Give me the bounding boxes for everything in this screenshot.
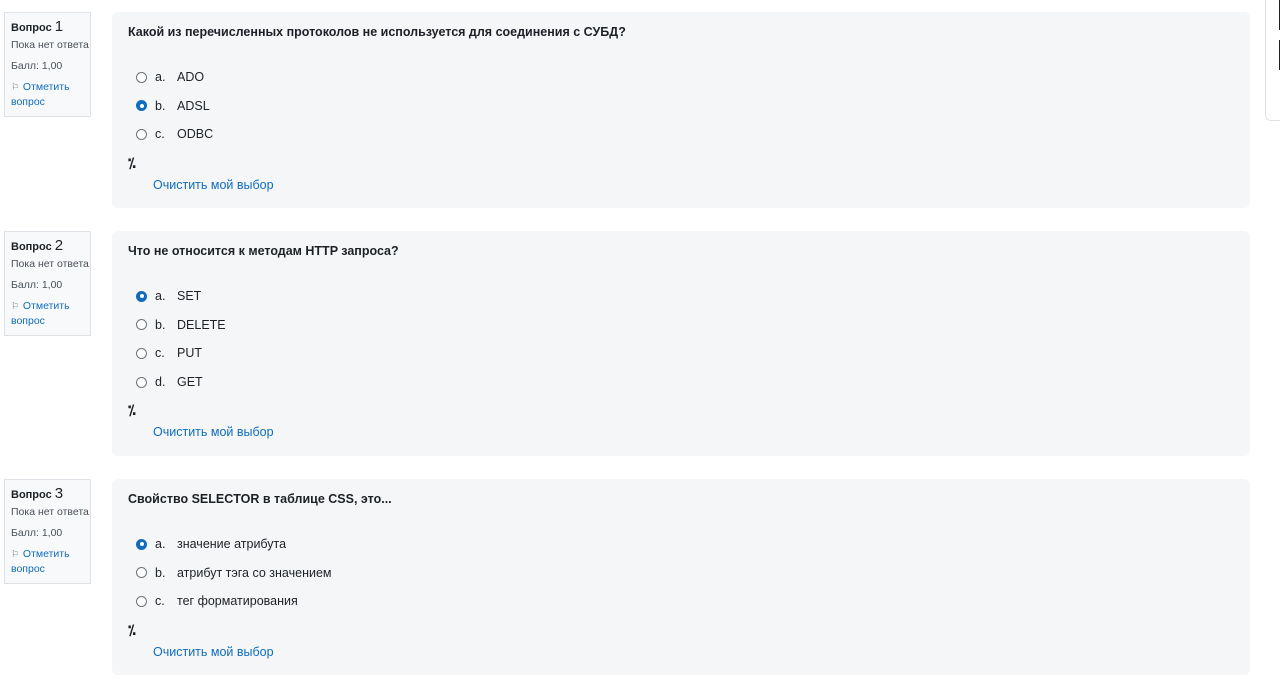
magic-wand-icon: ⁒	[128, 154, 136, 171]
question-state: Пока нет ответа	[11, 39, 89, 51]
flag-question-link[interactable]: ⚐ Отметить вопрос	[11, 299, 90, 329]
question-info-1: Вопрос 1 Пока нет ответа Балл: 1,00 ⚐ От…	[4, 12, 91, 117]
answer-option[interactable]: b. DELETE	[128, 311, 1234, 340]
answer-option[interactable]: a. значение атрибута	[128, 530, 1234, 559]
question-number: Вопрос 3	[11, 485, 64, 502]
radio-button[interactable]	[136, 71, 147, 83]
answer-option[interactable]: d. GET	[128, 368, 1234, 397]
radio-button[interactable]	[136, 595, 147, 607]
radio-button[interactable]	[136, 538, 147, 550]
flag-icon: ⚐	[11, 301, 20, 311]
question-number: Вопрос 2	[11, 237, 64, 254]
radio-button[interactable]	[136, 319, 147, 331]
magic-wand-icon: ⁒	[128, 621, 136, 638]
clear-choice-link[interactable]: Очистить мой выбор	[153, 178, 1234, 218]
flag-icon: ⚐	[11, 82, 20, 92]
flag-question-link[interactable]: ⚐ Отметить вопрос	[11, 80, 90, 110]
radio-button[interactable]	[136, 100, 147, 112]
answer-option[interactable]: b. атрибут тэга со значением	[128, 559, 1234, 588]
answer-option[interactable]: c. тег форматирования	[128, 587, 1234, 616]
answer-options: a. значение атрибута b. атрибут тэга со зн…	[128, 530, 1234, 616]
question-text: Свойство SELECTOR в таблице CSS, это...	[128, 492, 392, 506]
answer-option[interactable]: a. SET	[128, 282, 1234, 311]
question-state: Пока нет ответа	[11, 258, 89, 270]
answer-options: a. SET b. DELETE c. PUT d. GET	[128, 282, 1234, 396]
question-content-2: Что не относится к методам HTTP запроса?…	[112, 231, 1250, 456]
radio-button[interactable]	[136, 290, 147, 302]
radio-button[interactable]	[136, 567, 147, 579]
answer-options: a. ADO b. ADSL c. ODBC	[128, 63, 1234, 149]
question-text: Что не относится к методам HTTP запроса?	[128, 244, 399, 258]
question-grade: Балл: 1,00	[11, 60, 63, 72]
question-number: Вопрос 1	[11, 18, 64, 35]
clear-choice-link[interactable]: Очистить мой выбор	[153, 645, 1234, 685]
question-info-3: Вопрос 3 Пока нет ответа Балл: 1,00 ⚐ От…	[4, 479, 91, 584]
answer-option[interactable]: c. PUT	[128, 339, 1234, 368]
question-info-2: Вопрос 2 Пока нет ответа Балл: 1,00 ⚐ От…	[4, 231, 91, 336]
flag-question-link[interactable]: ⚐ Отметить вопрос	[11, 547, 90, 577]
question-grade: Балл: 1,00	[11, 527, 63, 539]
radio-button[interactable]	[136, 347, 147, 359]
quiz-navigation-panel	[1265, 0, 1280, 121]
radio-button[interactable]	[136, 376, 147, 388]
question-text: Какой из перечисленных протоколов не исп…	[128, 25, 626, 39]
radio-button[interactable]	[136, 128, 147, 140]
question-content-3: Свойство SELECTOR в таблице CSS, это... …	[112, 479, 1250, 675]
answer-option[interactable]: a. ADO	[128, 63, 1234, 92]
clear-choice-link[interactable]: Очистить мой выбор	[153, 425, 1234, 465]
question-content-1: Какой из перечисленных протоколов не исп…	[112, 12, 1250, 208]
magic-wand-icon: ⁒	[128, 402, 136, 419]
question-state: Пока нет ответа	[11, 506, 89, 518]
answer-option[interactable]: b. ADSL	[128, 92, 1234, 121]
answer-option[interactable]: c. ODBC	[128, 120, 1234, 149]
question-grade: Балл: 1,00	[11, 279, 63, 291]
flag-icon: ⚐	[11, 549, 20, 559]
